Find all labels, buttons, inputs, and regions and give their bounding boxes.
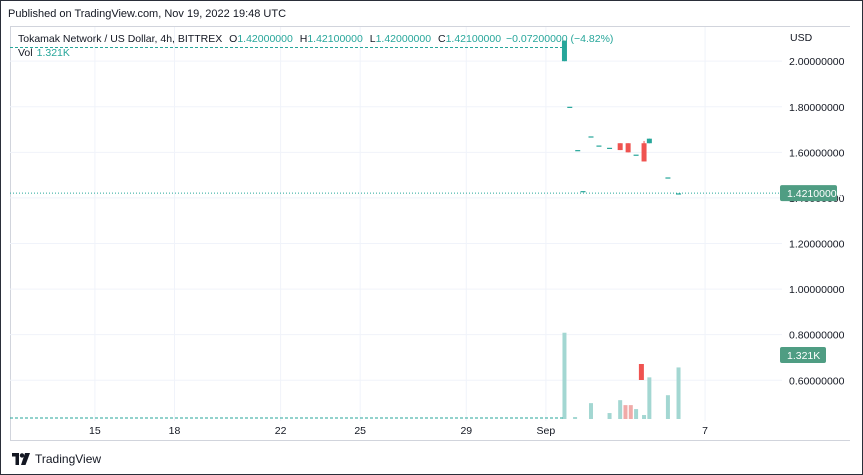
candle-body	[646, 138, 652, 144]
candle-body	[633, 154, 639, 156]
x-tick-label: 15	[89, 425, 101, 437]
candle-body	[617, 143, 623, 151]
currency-label: USD	[790, 32, 813, 44]
last-price-badge-label: 1.42100000	[787, 188, 843, 200]
x-tick-label: 29	[460, 425, 472, 437]
volume-bar	[562, 332, 567, 419]
time-axis: 15 18 22 25 29 Sep 7	[89, 425, 708, 437]
candle-body	[596, 145, 602, 147]
x-tick-label: 7	[702, 425, 708, 437]
volume-bar	[647, 377, 652, 419]
candle-body	[638, 364, 644, 380]
candle-body	[676, 193, 682, 195]
volume-bar	[623, 405, 628, 419]
y-tick-label: 1.00000000	[789, 284, 845, 296]
volume-bar	[618, 400, 623, 419]
x-tick-label: 25	[354, 425, 366, 437]
volume-bar	[588, 403, 593, 419]
candle-body	[567, 106, 573, 108]
y-tick-label: 1.80000000	[789, 102, 845, 114]
candle-body	[580, 191, 586, 193]
y-tick-label: 1.60000000	[789, 147, 845, 159]
volume-label: Vol	[18, 47, 33, 59]
symbol-name: Tokamak Network / US Dollar, 4h, BITTREX	[18, 33, 223, 45]
y-tick-label: 2.00000000	[789, 56, 845, 68]
x-tick-label: Sep	[537, 425, 556, 437]
volume-bar	[665, 395, 670, 419]
chart-plot[interactable]: 2.000000001.800000001.600000001.40000000…	[0, 0, 863, 475]
volume-bar	[573, 417, 578, 419]
footer-brand: TradingView	[35, 452, 102, 466]
price-axis: 2.000000001.800000001.600000001.40000000…	[789, 56, 845, 387]
candle-body	[607, 147, 613, 149]
volume-badge-label: 1.321K	[787, 350, 820, 362]
close-label: C	[437, 33, 446, 45]
volume-value: 1.321K	[36, 47, 70, 59]
open-value: 1.42000000	[237, 33, 293, 45]
y-tick-label: 0.60000000	[789, 375, 845, 387]
volume-bar	[628, 405, 633, 419]
volume-legend: Vol 1.321K	[18, 47, 70, 59]
price-lines	[10, 47, 782, 419]
volume-bar	[607, 413, 612, 419]
tradingview-logo-icon	[12, 453, 30, 465]
change-value: −0.07200000 (−4.82%)	[505, 33, 614, 45]
low-value: 1.42000000	[375, 33, 432, 45]
volume-bar	[676, 367, 681, 419]
y-tick-label: 0.80000000	[789, 330, 845, 342]
high-value: 1.42100000	[307, 33, 363, 45]
x-tick-label: 18	[169, 425, 181, 437]
candle-body	[575, 150, 581, 152]
volume-bar	[634, 409, 639, 419]
x-tick-label: 22	[275, 425, 287, 437]
candle-body	[625, 143, 631, 153]
volume-bar	[642, 415, 647, 419]
volume-bars	[562, 332, 681, 419]
candle-body	[641, 143, 647, 162]
candles	[561, 40, 682, 380]
candle-body	[665, 177, 671, 179]
tradingview-footer[interactable]: TradingView	[12, 452, 101, 466]
candle-body	[588, 136, 594, 138]
grid	[10, 27, 782, 421]
y-tick-label: 1.20000000	[789, 239, 845, 251]
symbol-legend: Tokamak Network / US Dollar, 4h, BITTREX…	[18, 33, 613, 45]
close-value: 1.42100000	[445, 33, 502, 45]
